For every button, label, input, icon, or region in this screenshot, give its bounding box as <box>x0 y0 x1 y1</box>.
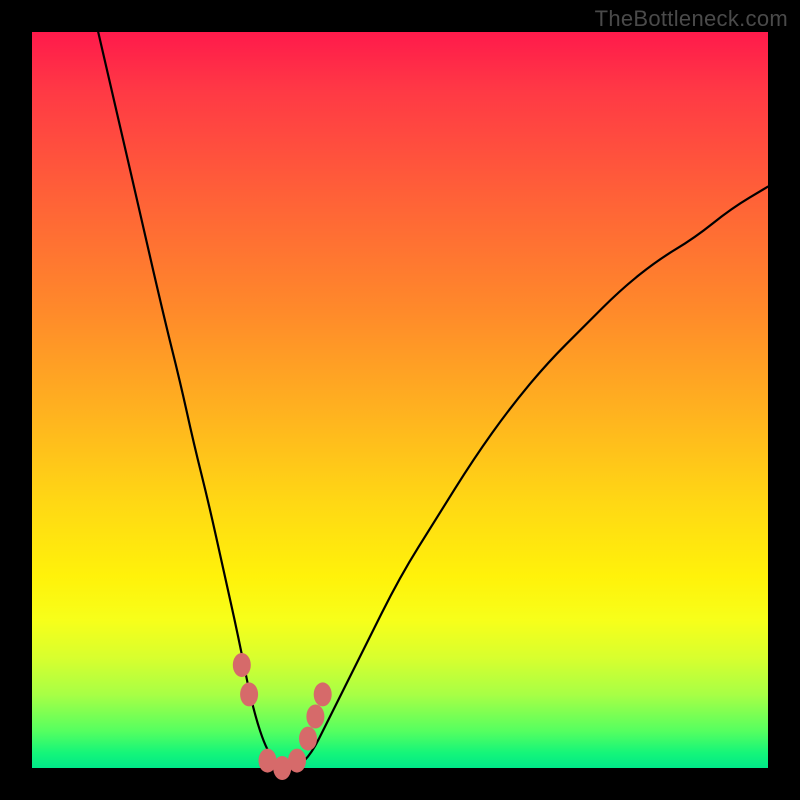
chart-frame: TheBottleneck.com <box>0 0 800 800</box>
curve-marker <box>314 682 332 706</box>
curve-marker <box>288 749 306 773</box>
curve-marker <box>299 727 317 751</box>
curve-marker <box>233 653 251 677</box>
marker-group <box>233 653 332 780</box>
plot-area <box>32 32 768 768</box>
watermark-text: TheBottleneck.com <box>595 6 788 32</box>
curve-marker <box>306 705 324 729</box>
bottleneck-curve <box>98 32 768 768</box>
curve-marker <box>240 682 258 706</box>
curve-layer <box>32 32 768 768</box>
